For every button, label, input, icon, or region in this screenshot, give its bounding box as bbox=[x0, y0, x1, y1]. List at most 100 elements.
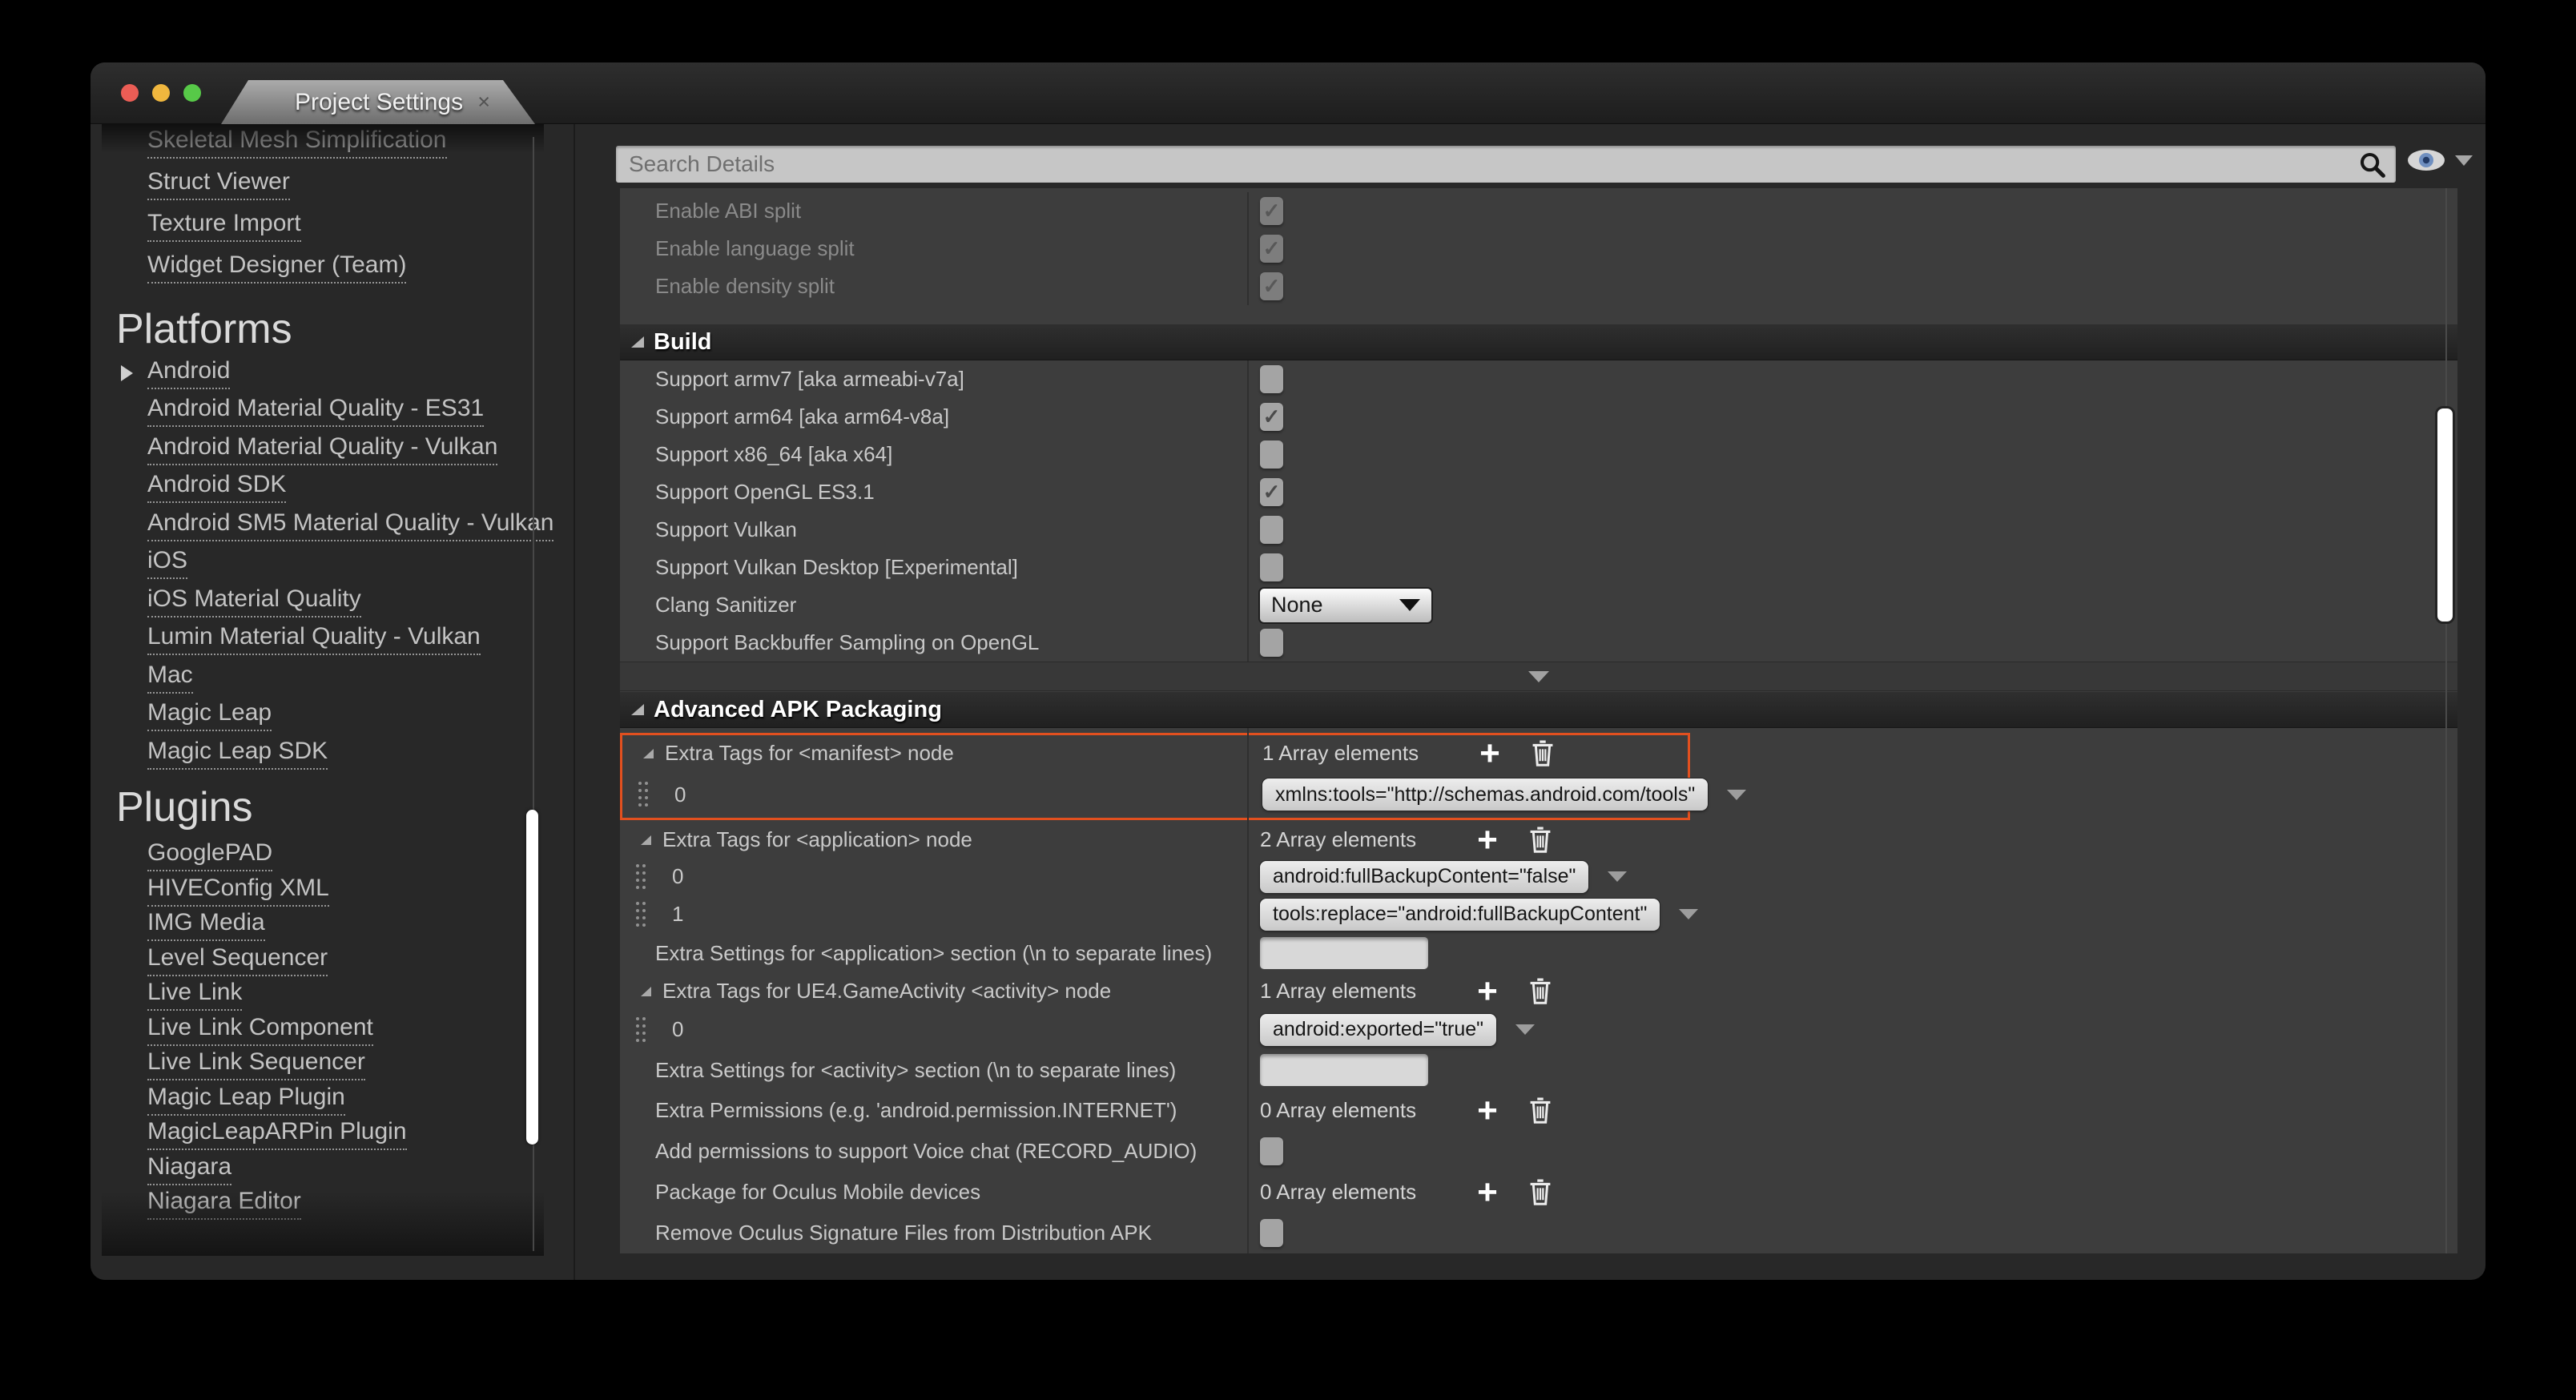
sidebar-item[interactable]: GooglePAD bbox=[102, 839, 576, 874]
row-expander-icon[interactable] bbox=[643, 749, 654, 758]
delete-elements-icon[interactable] bbox=[1531, 739, 1555, 768]
row-expander-icon[interactable] bbox=[641, 835, 651, 845]
sidebar-item[interactable]: Live Link Component bbox=[102, 1012, 576, 1048]
row-label: Extra Settings for <activity> section (\… bbox=[655, 1058, 1176, 1083]
settings-row: Support OpenGL ES3.1 bbox=[620, 473, 2457, 511]
add-element-icon[interactable]: + bbox=[1477, 1099, 1498, 1123]
chevron-down-icon[interactable] bbox=[1608, 871, 1627, 882]
sidebar-item[interactable]: Niagara Editor bbox=[102, 1187, 576, 1222]
sidebar-item[interactable]: Android SM5 Material Quality - Vulkan bbox=[102, 506, 576, 545]
array-element-value[interactable]: android:exported="true" bbox=[1260, 1014, 1496, 1046]
settings-row: Support arm64 [aka arm64-v8a] bbox=[620, 398, 2457, 436]
section-expander-icon[interactable] bbox=[631, 336, 644, 348]
tab-close-icon[interactable]: × bbox=[477, 80, 490, 124]
array-element-value[interactable]: android:fullBackupContent="false" bbox=[1260, 861, 1588, 893]
checkbox[interactable] bbox=[1260, 516, 1283, 544]
settings-row: Clang Sanitizer None bbox=[620, 586, 2457, 624]
section-header-advanced-apk-packaging[interactable]: Advanced APK Packaging bbox=[620, 691, 2457, 728]
view-options-eye-icon[interactable] bbox=[2407, 148, 2445, 172]
checkbox[interactable] bbox=[1260, 403, 1283, 431]
sidebar-item[interactable]: Magic Leap bbox=[102, 697, 576, 735]
add-element-icon[interactable]: + bbox=[1479, 742, 1500, 766]
array-element-value[interactable]: xmlns:tools="http://schemas.android.com/… bbox=[1262, 778, 1708, 811]
checkbox[interactable] bbox=[1260, 1137, 1283, 1165]
settings-row: Support Backbuffer Sampling on OpenGL bbox=[620, 624, 2457, 662]
checkbox[interactable] bbox=[1260, 441, 1283, 469]
array-element-row: 1 tools:replace="android:fullBackupConte… bbox=[620, 895, 2457, 933]
checkbox[interactable] bbox=[1260, 197, 1283, 225]
sidebar-item[interactable]: Magic Leap SDK bbox=[102, 734, 576, 773]
main-scrollbar-thumb[interactable] bbox=[2435, 406, 2455, 624]
sidebar-item[interactable]: IMG Media bbox=[102, 908, 576, 943]
add-element-icon[interactable]: + bbox=[1477, 828, 1498, 852]
drag-handle[interactable] bbox=[636, 864, 646, 890]
sidebar-item[interactable]: Android Material Quality - ES31 bbox=[102, 392, 576, 431]
sidebar-item[interactable]: Niagara bbox=[102, 1152, 576, 1187]
delete-elements-icon[interactable] bbox=[1528, 1096, 1552, 1125]
section-expander-icon[interactable] bbox=[631, 704, 644, 715]
project-settings-window: Project Settings × Skeletal Mesh Simplif… bbox=[91, 62, 2485, 1280]
row-label: Support Vulkan bbox=[655, 517, 797, 542]
array-element-value[interactable]: tools:replace="android:fullBackupContent… bbox=[1260, 899, 1660, 931]
sidebar-item[interactable]: Skeletal Mesh Simplification bbox=[102, 124, 576, 163]
sidebar-item-android[interactable]: Android bbox=[102, 354, 576, 392]
drag-handle[interactable] bbox=[636, 1017, 646, 1043]
close-window-button[interactable] bbox=[121, 84, 139, 102]
checkbox[interactable] bbox=[1260, 553, 1283, 581]
sidebar-item[interactable]: Android SDK bbox=[102, 469, 576, 507]
drag-handle[interactable] bbox=[636, 902, 646, 927]
sidebar-item[interactable]: Android Material Quality - Vulkan bbox=[102, 430, 576, 469]
clang-sanitizer-select[interactable]: None bbox=[1260, 589, 1431, 622]
sidebar-item[interactable]: Live Link bbox=[102, 978, 576, 1013]
drag-handle[interactable] bbox=[638, 782, 649, 807]
extra-settings-input[interactable] bbox=[1260, 937, 1428, 969]
row-label: Extra Settings for <application> section… bbox=[655, 941, 1212, 966]
details-panel: Enable ABI split Enable language split E… bbox=[620, 188, 2457, 1253]
sidebar-item[interactable]: Level Sequencer bbox=[102, 943, 576, 978]
add-element-icon[interactable]: + bbox=[1477, 1181, 1498, 1205]
delete-elements-icon[interactable] bbox=[1528, 1178, 1552, 1207]
settings-row: Support armv7 [aka armeabi-v7a] bbox=[620, 360, 2457, 398]
chevron-down-icon[interactable] bbox=[1679, 909, 1698, 919]
chevron-down-icon bbox=[1528, 671, 1549, 682]
window-titlebar[interactable]: Project Settings × bbox=[91, 62, 2485, 124]
sidebar-item[interactable]: Magic Leap Plugin bbox=[102, 1082, 576, 1117]
sidebar-scrollbar-thumb[interactable] bbox=[526, 810, 538, 1145]
sidebar-item[interactable]: MagicLeapARPin Plugin bbox=[102, 1117, 576, 1153]
settings-nav-sidebar: Skeletal Mesh Simplification Struct View… bbox=[102, 124, 576, 1280]
sidebar-item[interactable]: Live Link Sequencer bbox=[102, 1048, 576, 1083]
checkbox[interactable] bbox=[1260, 272, 1283, 300]
sidebar-item[interactable]: Mac bbox=[102, 658, 576, 697]
extra-settings-input[interactable] bbox=[1260, 1054, 1428, 1086]
checkbox[interactable] bbox=[1260, 629, 1283, 657]
array-index: 0 bbox=[672, 864, 683, 889]
settings-row: Support Vulkan bbox=[620, 511, 2457, 549]
sidebar-item[interactable]: iOS Material Quality bbox=[102, 582, 576, 621]
checkbox[interactable] bbox=[1260, 1219, 1283, 1247]
delete-elements-icon[interactable] bbox=[1528, 977, 1552, 1006]
search-details-input[interactable]: Search Details bbox=[616, 146, 2396, 183]
add-element-icon[interactable]: + bbox=[1477, 980, 1498, 1004]
sidebar-item-texture-import[interactable]: Texture Import bbox=[102, 205, 576, 247]
settings-row: Extra Settings for <application> section… bbox=[620, 933, 2457, 973]
array-index: 1 bbox=[672, 902, 683, 927]
section-header-build[interactable]: Build bbox=[620, 324, 2457, 360]
view-options-chevron-down-icon[interactable] bbox=[2455, 155, 2473, 166]
advanced-section-expander[interactable] bbox=[620, 662, 2457, 691]
checkbox[interactable] bbox=[1260, 478, 1283, 506]
checkbox[interactable] bbox=[1260, 235, 1283, 263]
tab-project-settings[interactable]: Project Settings × bbox=[221, 80, 535, 124]
sidebar-item-widget-designer[interactable]: Widget Designer (Team) bbox=[102, 247, 576, 288]
maximize-window-button[interactable] bbox=[183, 84, 201, 102]
main-scrollbar-track[interactable] bbox=[2445, 188, 2447, 1253]
chevron-down-icon[interactable] bbox=[1515, 1024, 1535, 1035]
sidebar-item[interactable]: Lumin Material Quality - Vulkan bbox=[102, 621, 576, 659]
sidebar-item-struct-viewer[interactable]: Struct Viewer bbox=[102, 163, 576, 205]
minimize-window-button[interactable] bbox=[152, 84, 170, 102]
checkbox[interactable] bbox=[1260, 365, 1283, 393]
sidebar-item[interactable]: HIVEConfig XML bbox=[102, 873, 576, 908]
delete-elements-icon[interactable] bbox=[1528, 826, 1552, 855]
sidebar-item[interactable]: iOS bbox=[102, 545, 576, 583]
chevron-down-icon[interactable] bbox=[1727, 790, 1746, 800]
row-expander-icon[interactable] bbox=[641, 987, 651, 996]
